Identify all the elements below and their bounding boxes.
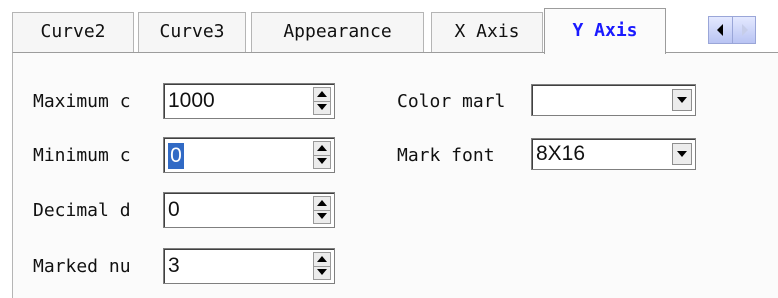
tab-scroll-left-button[interactable] (709, 17, 733, 43)
marked-number-stepper[interactable] (313, 252, 331, 280)
tab-scroll-right-button[interactable] (733, 17, 756, 43)
caret-up-icon (317, 256, 327, 262)
mark-font-select[interactable]: 8X16 (531, 138, 696, 170)
tab-bar: Curve2 Curve3 Appearance X Axis Y Axis (0, 0, 778, 54)
mark-font-dropdown-button[interactable] (672, 143, 692, 165)
minimum-label: Minimum c (33, 145, 131, 166)
arrow-right-icon (742, 24, 748, 36)
caret-up-icon (317, 91, 327, 97)
marked-number-input[interactable] (168, 252, 278, 280)
color-mark-select[interactable] (531, 84, 696, 116)
color-mark-label: Color marl (397, 91, 506, 112)
marked-number-label: Marked nu (33, 256, 131, 277)
tab-x-axis[interactable]: X Axis (431, 12, 543, 52)
caret-down-icon (317, 269, 327, 275)
mark-font-label: Mark font (397, 145, 495, 166)
mark-font-value: 8X16 (536, 142, 586, 165)
tab-curve2[interactable]: Curve2 (12, 12, 134, 52)
tab-appearance[interactable]: Appearance (251, 12, 424, 52)
minimum-stepper[interactable] (313, 141, 331, 169)
caret-down-icon (317, 213, 327, 219)
chevron-down-icon (677, 97, 687, 103)
tab-curve3[interactable]: Curve3 (138, 12, 246, 52)
arrow-left-icon (717, 24, 723, 36)
minimum-increment-button[interactable] (314, 142, 330, 156)
marked-number-increment-button[interactable] (314, 253, 330, 267)
decimal-label: Decimal d (33, 200, 131, 221)
decimal-increment-button[interactable] (314, 197, 330, 211)
marked-number-decrement-button[interactable] (314, 266, 330, 279)
minimum-decrement-button[interactable] (314, 155, 330, 168)
maximum-spinbox[interactable] (163, 83, 335, 119)
tab-scroll-buttons (708, 16, 756, 44)
color-mark-dropdown-button[interactable] (672, 89, 692, 111)
caret-up-icon (317, 145, 327, 151)
maximum-label: Maximum c (33, 91, 131, 112)
caret-down-icon (317, 104, 327, 110)
decimal-spinbox[interactable] (163, 192, 335, 228)
minimum-selected-value[interactable]: 0 (168, 143, 184, 169)
tab-y-axis[interactable]: Y Axis (544, 8, 666, 54)
maximum-increment-button[interactable] (314, 88, 330, 102)
chevron-down-icon (677, 151, 687, 157)
caret-up-icon (317, 200, 327, 206)
decimal-stepper[interactable] (313, 196, 331, 224)
maximum-decrement-button[interactable] (314, 101, 330, 114)
maximum-stepper[interactable] (313, 87, 331, 115)
caret-down-icon (317, 158, 327, 164)
decimal-input[interactable] (168, 196, 278, 224)
marked-number-spinbox[interactable] (163, 248, 335, 284)
maximum-input[interactable] (168, 87, 278, 115)
decimal-decrement-button[interactable] (314, 210, 330, 223)
minimum-spinbox[interactable]: 0 (163, 137, 335, 173)
